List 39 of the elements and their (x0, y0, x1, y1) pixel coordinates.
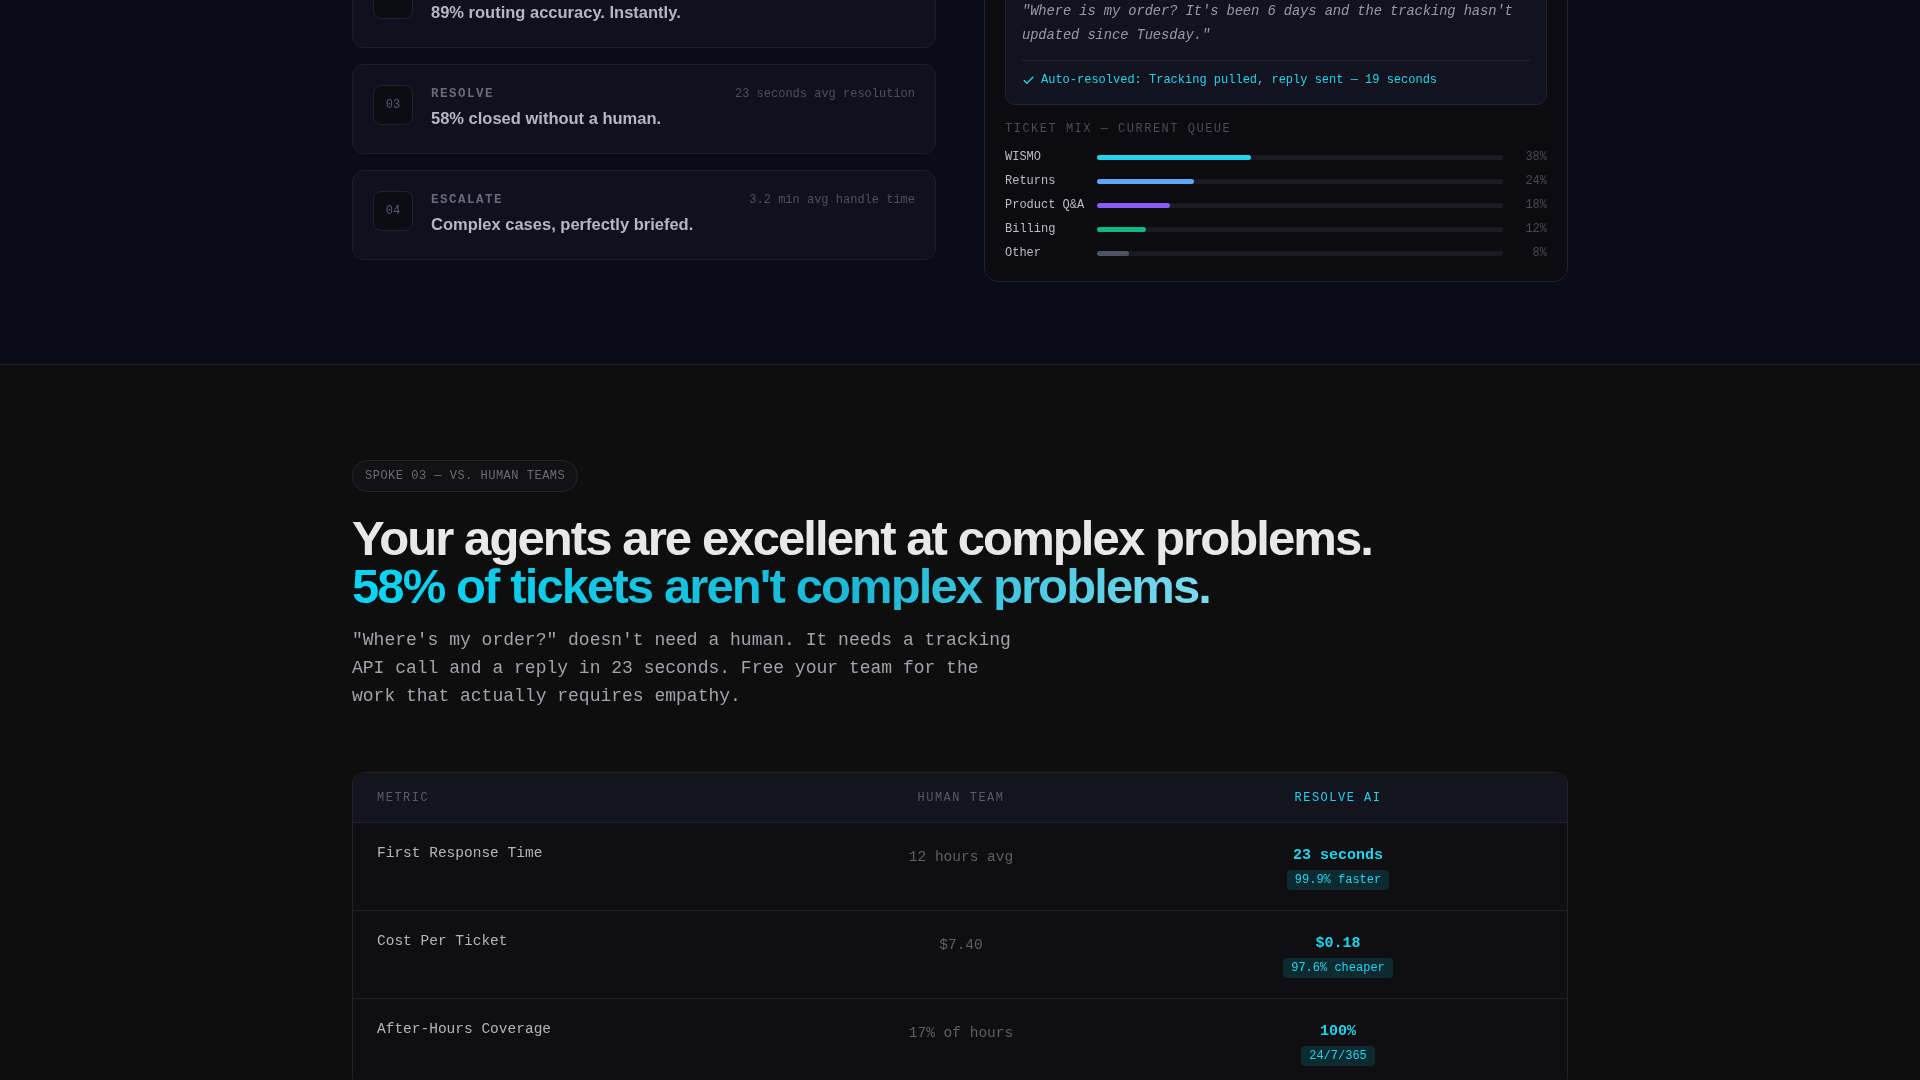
section-description: "Where's my order?" doesn't need a human. It needs a tracking API call and a reply in 23 seconds. Free your team for the work that actually requires empathy. (352, 629, 1012, 708)
step-label: RESOLVE (431, 87, 494, 101)
metric-name: Cost Per Ticket (376, 932, 509, 951)
step-meta: 23 seconds avg resolution (734, 87, 915, 101)
category-percent: 38% (1524, 150, 1547, 164)
category-name: Product Q&A (1005, 198, 1086, 212)
category-percent: 8% (1531, 246, 1547, 260)
human-value: 17% of hours (908, 1024, 1014, 1043)
step-meta: 3.2 min avg handle time (749, 193, 915, 207)
category-percent: 24% (1524, 174, 1547, 188)
improvement-tag: 99.9% faster (1286, 870, 1390, 890)
human-value: $7.40 (939, 936, 983, 955)
category-percent: 18% (1524, 198, 1547, 212)
improvement-tag: 97.6% cheaper (1283, 958, 1393, 978)
column-header: HUMAN TEAM (917, 790, 1005, 805)
step-number: 03 (373, 85, 413, 125)
improvement-tag: 24/7/365 (1301, 1046, 1375, 1066)
section-badge: SPOKE 03 — VS. HUMAN TEAMS (352, 460, 579, 492)
category-name: Billing (1005, 222, 1057, 236)
customer-quote: "Where is my order? It's been 6 days and the tracking hasn't updated since Tuesday." (1022, 3, 1514, 45)
category-percent: 12% (1524, 222, 1547, 236)
step-title: 58% closed without a human. (431, 109, 663, 128)
step-title: 89% routing accuracy. Instantly. (431, 3, 682, 22)
mix-title: TICKET MIX — CURRENT QUEUE (1005, 121, 1233, 137)
category-name: Other (1005, 246, 1042, 260)
ai-value: 100% (1320, 1023, 1356, 1040)
ai-value: 23 seconds (1293, 847, 1383, 864)
column-header: RESOLVE AI (1294, 790, 1382, 805)
resolution-note: Auto-resolved: Tracking pulled, reply sent — 19 seconds (1041, 72, 1438, 88)
step-number: 04 (373, 191, 413, 231)
column-header: METRIC (376, 790, 430, 805)
human-value: 12 hours avg (908, 848, 1014, 867)
ai-value: $0.18 (1315, 935, 1361, 952)
step-title: Complex cases, perfectly briefed. (431, 215, 695, 234)
metric-name: After-Hours Coverage (376, 1020, 553, 1039)
category-name: Returns (1005, 174, 1057, 188)
category-name: WISMO (1005, 150, 1042, 164)
step-label: ESCALATE (431, 193, 503, 207)
metric-name: First Response Time (376, 844, 544, 863)
